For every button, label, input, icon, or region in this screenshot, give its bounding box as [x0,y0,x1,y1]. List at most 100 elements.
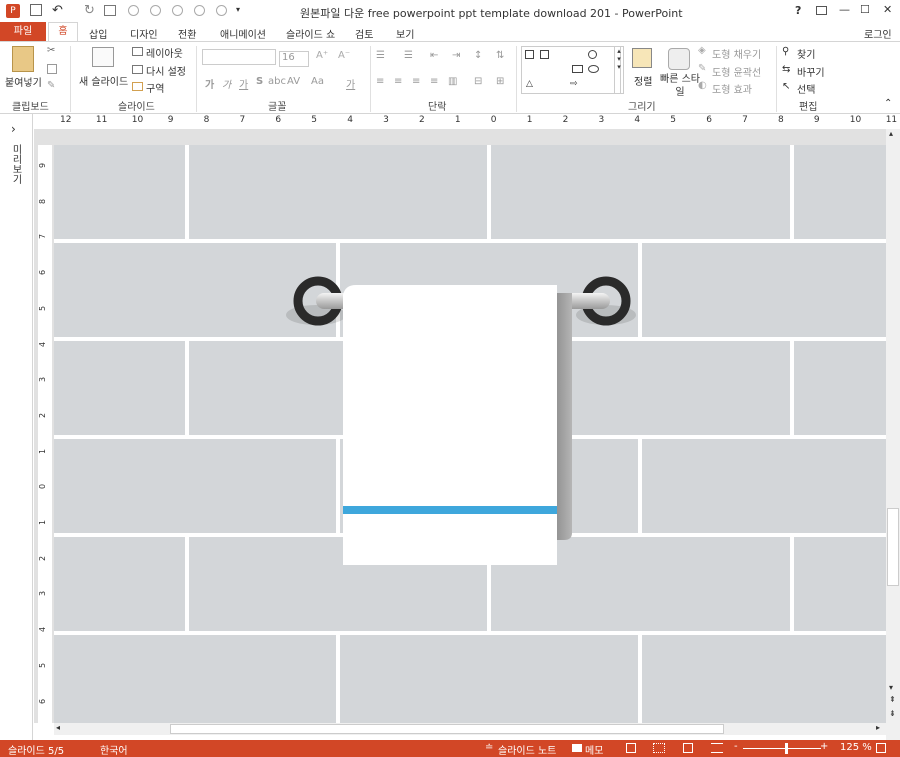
horizontal-scroll-thumb[interactable] [170,724,724,734]
zoom-slider-thumb[interactable] [784,743,788,754]
case-button[interactable]: Aa [311,76,324,87]
reset-button[interactable]: 다시 설정 [146,63,186,78]
tab-animations[interactable]: 애니메이션 [220,26,266,41]
slide-sorter-icon[interactable] [653,743,665,753]
zoom-in-button[interactable]: + [820,741,828,752]
italic-button[interactable]: 가 [222,76,231,91]
tab-transitions[interactable]: 전환 [178,26,196,41]
shape-icon-5[interactable] [216,5,227,16]
shape-outline-button[interactable]: 도형 윤곽선 [712,64,761,79]
shape-icon-1[interactable] [128,5,139,16]
numbering-icon[interactable]: ☰ [404,50,413,61]
triangle-shape-icon[interactable]: △ [526,79,533,89]
collapse-ribbon-icon[interactable]: ⌃ [884,98,892,109]
redo-icon[interactable]: ↻ [84,3,95,18]
shapes-scroll[interactable]: ▴ ▾ ▾ [614,46,624,94]
section-button[interactable]: 구역 [146,80,164,95]
expand-pane-icon[interactable]: › [11,122,16,136]
underline-button[interactable]: 가 [239,76,248,91]
tab-home[interactable]: 홈 [48,22,78,42]
textbox-shape-icon[interactable] [540,50,549,59]
grow-font-icon[interactable]: A⁺ [316,50,328,61]
select-button[interactable]: 선택 [797,81,815,96]
increase-indent-icon[interactable]: ⇥ [452,50,460,61]
shadow-button[interactable]: S [256,76,263,87]
shape-fill-button[interactable]: 도형 채우기 [712,46,761,61]
oval2-shape-icon[interactable] [588,65,599,73]
close-button[interactable]: ✕ [883,3,892,16]
reading-view-icon[interactable] [683,743,693,753]
language-indicator[interactable]: 한국어 [100,742,128,757]
slide-canvas[interactable] [54,145,886,723]
justify-icon[interactable]: ≡ [430,76,438,87]
next-slide-icon[interactable]: ⇟ [889,709,896,718]
thumbnail-label[interactable]: 미리보기 [8,144,23,184]
comments-icon[interactable] [572,744,582,752]
zoom-out-button[interactable]: - [734,741,738,752]
normal-view-icon[interactable] [626,743,636,753]
scroll-up-icon[interactable]: ▴ [889,129,893,138]
columns-icon[interactable]: ▥ [448,76,457,87]
rectangle-shape-icon[interactable] [525,50,534,59]
zoom-slider-track[interactable] [743,748,821,749]
copy-icon[interactable] [47,64,57,74]
slideshow-view-icon[interactable] [711,743,723,753]
font-color-button[interactable]: 가 [346,76,355,91]
align-text-icon[interactable]: ⊟ [474,76,482,87]
tab-insert[interactable]: 삽입 [89,26,107,41]
vertical-scroll-thumb[interactable] [887,508,899,586]
scroll-right-icon[interactable]: ▸ [876,723,880,732]
bold-button[interactable]: 가 [205,76,214,91]
arrange-button[interactable]: 정렬 [634,73,652,88]
format-painter-icon[interactable]: ✎ [47,80,55,91]
paste-icon[interactable] [12,46,34,72]
zoom-level[interactable]: 125 % [840,742,872,753]
vertical-scrollbar[interactable]: ▴ ▾ ⇞ ⇟ [886,129,900,740]
paste-button[interactable]: 붙여넣기 [5,74,42,89]
ribbon-display-icon[interactable] [816,6,827,15]
new-slide-button[interactable]: 새 슬라이드 [79,73,128,88]
strike-button[interactable]: abc [268,76,286,87]
align-right-icon[interactable]: ≡ [412,76,420,87]
notes-button[interactable]: 슬라이드 노트 [498,742,556,757]
replace-button[interactable]: 바꾸기 [797,64,825,79]
fit-slide-icon[interactable] [876,743,886,753]
line-spacing-icon[interactable]: ↕ [474,50,482,61]
font-name-input[interactable] [202,49,276,65]
shapes-gallery[interactable]: △ ⇨ [521,46,621,94]
shape-effects-button[interactable]: 도형 효과 [712,81,752,96]
layout-button[interactable]: 레이아웃 [146,45,183,60]
new-slide-icon[interactable] [92,47,114,67]
save-icon[interactable] [30,4,42,16]
comments-button[interactable]: 메모 [585,742,603,757]
decrease-indent-icon[interactable]: ⇤ [430,50,438,61]
customize-qat-icon[interactable]: ▾ [236,5,240,14]
shape-icon-4[interactable] [194,5,205,16]
scroll-left-icon[interactable]: ◂ [56,723,60,732]
tab-design[interactable]: 디자인 [130,26,158,41]
text-direction-icon[interactable]: ⇅ [496,50,504,61]
tab-slideshow[interactable]: 슬라이드 쇼 [286,26,335,41]
align-center-icon[interactable]: ≡ [394,76,402,87]
previous-slide-icon[interactable]: ⇞ [889,695,896,704]
minimize-button[interactable]: — [839,3,850,16]
help-button[interactable]: ? [795,4,801,17]
undo-icon[interactable]: ↶ [52,3,63,18]
quick-styles-button[interactable]: 빠른 스타일 [658,73,702,99]
rect2-shape-icon[interactable] [572,65,583,73]
cut-icon[interactable]: ✂ [47,45,55,56]
bullets-icon[interactable]: ☰ [376,50,385,61]
find-button[interactable]: 찾기 [797,46,815,61]
shape-icon-2[interactable] [150,5,161,16]
align-left-icon[interactable]: ≡ [376,76,384,87]
notes-icon[interactable]: ≐ [485,742,493,753]
scroll-down-icon[interactable]: ▾ [889,683,893,692]
smartart-icon[interactable]: ⊞ [496,76,504,87]
shrink-font-icon[interactable]: A⁻ [338,50,350,61]
tab-review[interactable]: 검토 [355,26,373,41]
font-size-input[interactable]: 16 [279,51,309,67]
arrow-shape-icon[interactable]: ⇨ [570,79,578,89]
tab-view[interactable]: 보기 [396,26,414,41]
shape-icon-3[interactable] [172,5,183,16]
login-link[interactable]: 로그인 [864,26,892,41]
